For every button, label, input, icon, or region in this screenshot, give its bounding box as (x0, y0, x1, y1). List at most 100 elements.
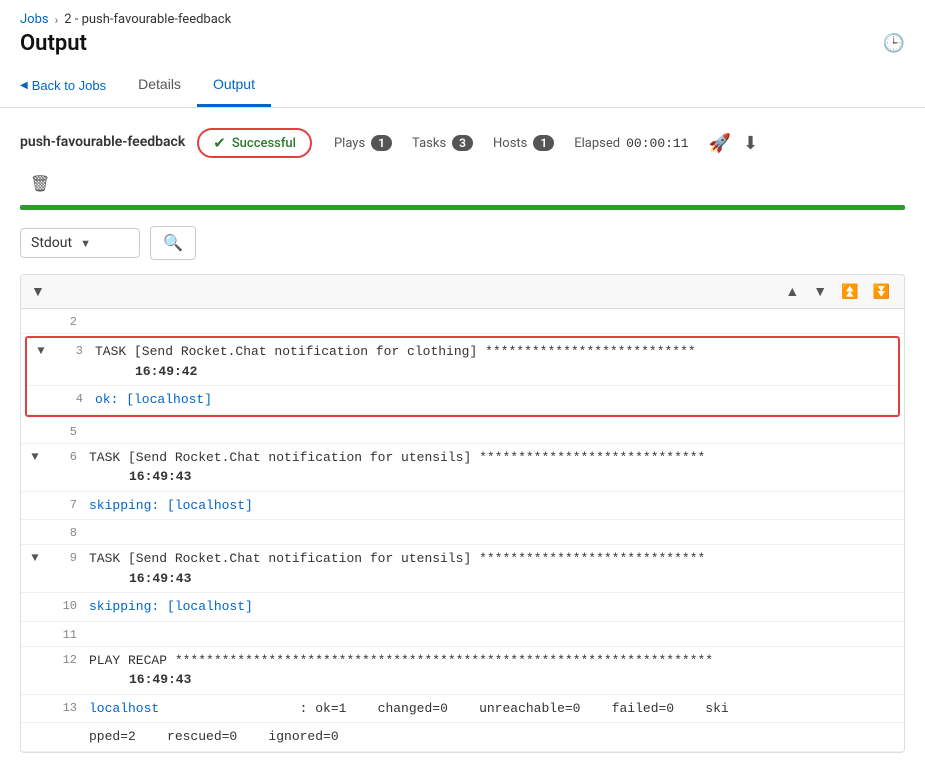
line-toggle (21, 593, 49, 603)
sort-down-icon[interactable]: ▼ (31, 283, 45, 300)
progress-bar (20, 205, 905, 210)
line-number: 9 (49, 545, 85, 569)
line-toggle (21, 520, 49, 530)
line-toggle (21, 419, 49, 429)
table-row: 12 PLAY RECAP **************************… (21, 647, 904, 695)
line-content: skipping: [localhost] (85, 593, 904, 621)
output-body: 2 ▼ 3 TASK [Send Rocket.Chat notificatio… (21, 309, 904, 752)
plays-value: 1 (371, 135, 392, 151)
timestamp: 16:49:43 (129, 569, 896, 589)
timestamp: 16:49:43 (129, 670, 896, 690)
line-toggle (21, 492, 49, 502)
line-toggle (21, 695, 49, 705)
table-row: ▼ 9 TASK [Send Rocket.Chat notification … (21, 545, 904, 593)
tasks-label: Tasks (412, 136, 446, 151)
breadcrumb-separator: › (55, 13, 59, 27)
line-toggle (21, 723, 49, 733)
line-content: TASK [Send Rocket.Chat notification for … (85, 545, 904, 592)
breadcrumb-current: 2 - push-favourable-feedback (64, 12, 231, 27)
search-button[interactable]: 🔍 (150, 226, 196, 260)
line-toggle (27, 386, 55, 396)
line-number: 6 (49, 444, 85, 468)
line-toggle[interactable]: ▼ (21, 444, 49, 468)
status-text: Successful (232, 136, 296, 151)
line-number: 13 (49, 695, 85, 719)
table-row: 11 (21, 622, 904, 647)
stats-group: Plays 1 Tasks 3 Hosts 1 Elapsed 00:00:11… (334, 133, 758, 154)
line-content: pped=2 rescued=0 ignored=0 (85, 723, 904, 751)
nav-up-icon[interactable]: ▲ (781, 281, 803, 302)
line-content (85, 309, 904, 317)
action-icons: 🚀 ⬇ (709, 133, 759, 154)
page-title-row: Output 🕒 (20, 31, 905, 56)
elapsed-stat: Elapsed 00:00:11 (574, 136, 688, 151)
line-toggle[interactable]: ▼ (27, 338, 55, 362)
nav-bottom-icon[interactable]: ⏬ (869, 282, 894, 302)
back-to-jobs-tab[interactable]: Back to Jobs (20, 66, 122, 105)
line-number: 5 (49, 419, 85, 443)
table-row: 5 (21, 419, 904, 444)
plays-stat: Plays 1 (334, 135, 392, 151)
line-content: skipping: [localhost] (85, 492, 904, 520)
hosts-value: 1 (533, 135, 554, 151)
line-toggle (21, 647, 49, 657)
page-wrapper: Jobs › 2 - push-favourable-feedback Outp… (0, 0, 925, 773)
timestamp: 16:49:43 (129, 467, 896, 487)
line-content (85, 419, 904, 427)
page-title: Output (20, 31, 87, 56)
job-header: push-favourable-feedback ✔ Successful Pl… (20, 128, 905, 158)
table-row: 13 localhost : ok=1 changed=0 unreachabl… (21, 695, 904, 724)
tabs-bar: Back to Jobs Details Output (0, 64, 925, 108)
line-number: 4 (55, 386, 91, 410)
download-icon[interactable]: ⬇ (743, 133, 758, 154)
rocket-icon[interactable]: 🚀 (709, 133, 731, 154)
details-tab[interactable]: Details (122, 64, 197, 107)
output-table-header: ▼ ▲ ▼ ⏫ ⏬ (21, 275, 904, 309)
table-row: ▼ 6 TASK [Send Rocket.Chat notification … (21, 444, 904, 492)
line-toggle (21, 309, 49, 319)
status-badge: ✔ Successful (197, 128, 312, 158)
nav-down-icon[interactable]: ▼ (809, 281, 831, 302)
line-content (85, 520, 904, 528)
hosts-label: Hosts (493, 136, 527, 151)
dropdown-arrow-icon: ▼ (80, 237, 91, 250)
nav-icons: ▲ ▼ ⏫ ⏬ (781, 281, 894, 302)
line-number: 11 (49, 622, 85, 646)
table-row: 8 (21, 520, 904, 545)
check-icon: ✔ (213, 134, 226, 152)
line-number: 2 (49, 309, 85, 333)
line-content: TASK [Send Rocket.Chat notification for … (85, 444, 904, 491)
line-number (49, 723, 85, 733)
stdout-label: Stdout (31, 235, 72, 251)
tasks-stat: Tasks 3 (412, 135, 473, 151)
table-row: pped=2 rescued=0 ignored=0 (21, 723, 904, 752)
timestamp: 16:49:42 (135, 362, 890, 382)
plays-label: Plays (334, 136, 365, 151)
line-number: 10 (49, 593, 85, 617)
stdout-row: Stdout ▼ 🔍 (20, 226, 905, 260)
elapsed-label: Elapsed (574, 136, 620, 151)
table-row: 4 ok: [localhost] (27, 386, 898, 415)
history-icon[interactable]: 🕒 (883, 33, 905, 54)
line-number: 7 (49, 492, 85, 516)
stdout-dropdown[interactable]: Stdout ▼ (20, 228, 140, 258)
nav-top-icon[interactable]: ⏫ (837, 282, 862, 302)
line-content (85, 622, 904, 630)
line-toggle[interactable]: ▼ (21, 545, 49, 569)
content-area: push-favourable-feedback ✔ Successful Pl… (0, 108, 925, 773)
job-name: push-favourable-feedback (20, 133, 185, 153)
table-row: 7 skipping: [localhost] (21, 492, 904, 521)
line-content: localhost : ok=1 changed=0 unreachable=0… (85, 695, 904, 723)
output-table: ▼ ▲ ▼ ⏫ ⏬ 2 (20, 274, 905, 753)
line-number: 3 (55, 338, 91, 362)
highlighted-block: ▼ 3 TASK [Send Rocket.Chat notification … (25, 336, 900, 417)
breadcrumb: Jobs › 2 - push-favourable-feedback (20, 12, 905, 27)
breadcrumb-jobs-link[interactable]: Jobs (20, 12, 49, 27)
line-toggle (21, 622, 49, 632)
page-header: Jobs › 2 - push-favourable-feedback Outp… (0, 0, 925, 64)
line-content: PLAY RECAP *****************************… (85, 647, 904, 694)
output-tab[interactable]: Output (197, 64, 271, 107)
elapsed-value: 00:00:11 (626, 136, 688, 151)
hosts-stat: Hosts 1 (493, 135, 554, 151)
delete-icon[interactable]: 🗑 (30, 174, 50, 193)
